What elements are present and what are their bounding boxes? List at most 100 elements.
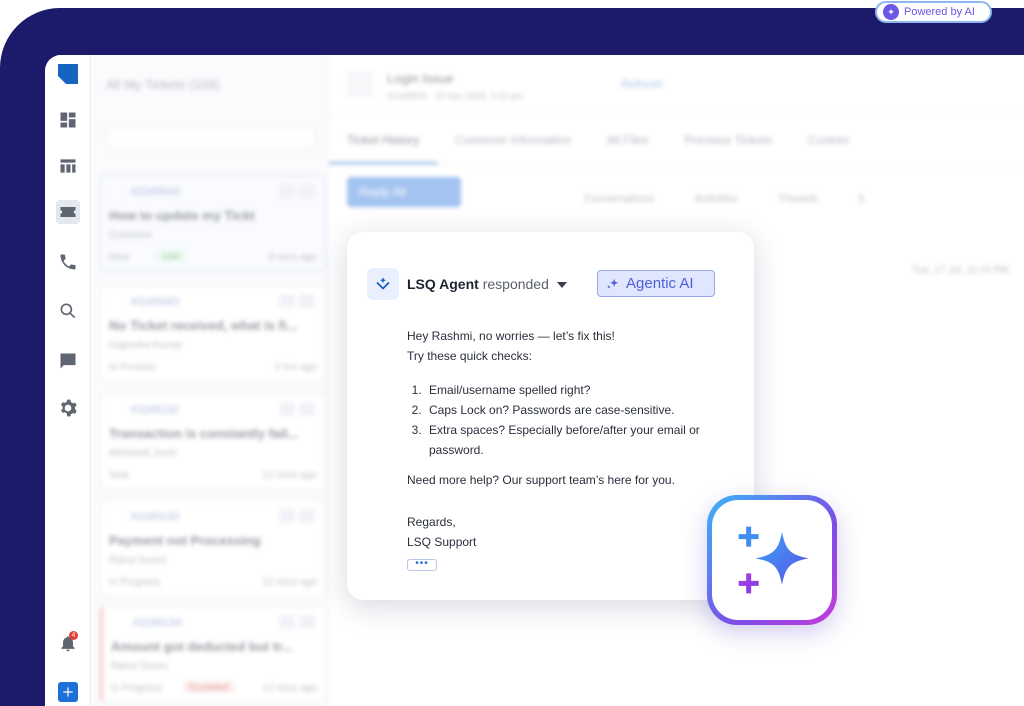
powered-by-ai-badge: ✦ Powered by AI — [875, 1, 992, 23]
agent-name: LSQ Agent — [407, 276, 479, 292]
agent-logo-icon — [376, 277, 390, 290]
sign-off-text: Regards, — [407, 515, 456, 529]
ticket-id: #1165043 — [131, 296, 180, 308]
ticket-time: 12 mins ago — [262, 683, 317, 694]
message-date: Tue, 17 Jul, 11:15 PM — [912, 265, 1009, 276]
chip-icon — [279, 184, 295, 198]
ticket-customer: Rahul Sunes — [109, 555, 167, 566]
ticket-status: In Progress — [109, 577, 161, 588]
chevron-down-icon[interactable] — [557, 282, 567, 288]
detail-tabs: Ticket History Customer Information All … — [329, 115, 1024, 165]
notification-badge: 4 — [69, 631, 78, 640]
ticket-meta: #1168923 · 15 Nov 2023, 3:22 pm — [387, 91, 523, 101]
ticket-id: #1165134 — [133, 617, 182, 629]
ticket-customer: Rahul Sunes — [111, 661, 169, 672]
conversation-subtabs: Conversations Activities Threads 5 — [584, 193, 864, 205]
agentic-ai-badge: Agentic AI — [597, 270, 715, 297]
plus-icon[interactable] — [58, 682, 78, 702]
ticket-tag: Escalated — [183, 681, 235, 693]
agentic-label: Agentic AI — [626, 275, 694, 292]
chip-icon — [279, 294, 295, 308]
refresh-button[interactable]: Refresh — [621, 77, 663, 91]
ticket-id: #1165133 — [131, 511, 180, 523]
ai-sparkle-icon: ✦ — [883, 4, 899, 20]
ticket-title: Amount got deducted but tr... — [111, 639, 293, 654]
ticket-header: Login Issue #1168923 · 15 Nov 2023, 3:22… — [329, 55, 1024, 115]
bell-icon[interactable]: 4 — [56, 631, 80, 655]
chip-icon — [299, 615, 315, 629]
ticket-icon — [347, 71, 373, 97]
tab-custom[interactable]: Custom — [790, 115, 867, 164]
phone-icon[interactable] — [56, 250, 80, 274]
ticket-status: In Progress — [111, 683, 163, 694]
check-item: Email/username spelled right? — [425, 380, 727, 400]
threads-count: 5 — [858, 193, 865, 205]
ai-sparkle-app-icon — [707, 495, 837, 625]
ticket-status: In Process — [109, 362, 157, 373]
tab-all-files[interactable]: All Files — [589, 115, 667, 164]
ticket-tag: Low — [157, 250, 186, 262]
chip-icon — [279, 509, 295, 523]
checks-list: Email/username spelled right? Caps Lock … — [425, 380, 727, 460]
response-body: Hey Rashmi, no worries — let’s fix this!… — [407, 326, 727, 552]
ticket-customer: Customer — [109, 230, 153, 241]
check-item: Caps Lock on? Passwords are case-sensiti… — [425, 400, 727, 420]
chip-icon — [279, 402, 295, 416]
tab-customer-information[interactable]: Customer Information — [437, 115, 588, 164]
subtab-activities[interactable]: Activities — [694, 193, 737, 205]
tab-previous-tickets[interactable]: Previous Tickets — [667, 115, 790, 164]
ticket-icon[interactable] — [56, 200, 80, 224]
subtab-threads[interactable]: Threads — [778, 193, 818, 205]
ticket-title: How to update my Tickt — [109, 208, 255, 223]
list-search-input[interactable] — [106, 127, 316, 149]
chip-icon — [299, 509, 315, 523]
check-item: Extra spaces? Especially before/after yo… — [425, 420, 727, 460]
ticket-card[interactable]: #1165133 Payment not Processing Rahul Su… — [100, 500, 326, 596]
agent-avatar — [367, 268, 399, 300]
chip-icon — [299, 402, 315, 416]
subtab-conversations[interactable]: Conversations — [584, 193, 654, 205]
sparkle-icon — [738, 526, 809, 594]
ticket-id: #1165132 — [131, 404, 180, 416]
chip-icon — [279, 615, 295, 629]
ticket-card[interactable]: #2345543 How to update my Tickt Customer… — [100, 175, 326, 271]
dashboard-icon[interactable] — [56, 108, 80, 132]
ticket-title: No Ticket received, what is fi... — [109, 318, 298, 333]
ticket-customer: Gajendra Kumar — [109, 340, 183, 351]
search-icon[interactable] — [56, 299, 80, 323]
list-header: All My Tickets (109) — [106, 77, 220, 92]
ticket-time: 12 mins ago — [262, 577, 317, 588]
ticket-title: Transaction is constantly fail... — [109, 426, 299, 441]
agent-action: responded — [482, 276, 549, 292]
ticket-time: 12 mins ago — [262, 470, 317, 481]
ticket-list: All My Tickets (109) #2345543 How to upd… — [92, 55, 328, 706]
more-options-button[interactable]: ••• — [407, 559, 437, 571]
reply-all-button[interactable]: Reply All — [347, 177, 461, 207]
icon-rail: 4 — [45, 55, 91, 706]
ticket-status: New — [109, 252, 130, 263]
ticket-customer: Abhishek Joshi — [109, 448, 177, 459]
ticket-status: New — [109, 470, 130, 481]
intro-text: Try these quick checks: — [407, 349, 532, 363]
chip-icon — [299, 294, 315, 308]
greeting-text: Hey Rashmi, no worries — let’s fix this! — [407, 329, 615, 343]
chat-icon[interactable] — [56, 349, 80, 373]
signature-text: LSQ Support — [407, 535, 477, 549]
ticket-title: Payment not Processing — [109, 533, 261, 548]
ticket-card[interactable]: #1165043 No Ticket received, what is fi.… — [100, 285, 326, 381]
ticket-id: #2345543 — [131, 186, 180, 198]
app-logo[interactable] — [58, 64, 78, 84]
help-text: Need more help? Our support team’s here … — [407, 473, 675, 487]
table-icon[interactable] — [56, 154, 80, 178]
sparkle-icon — [607, 278, 619, 289]
ticket-time: 8 secs ago — [268, 252, 317, 263]
ticket-time: 2 hrs ago — [275, 362, 317, 373]
tab-ticket-history[interactable]: Ticket History — [329, 115, 438, 164]
ticket-card[interactable]: #1165134 Amount got deducted but tr... R… — [100, 606, 326, 702]
agent-heading: LSQ Agent responded — [407, 276, 549, 292]
ticket-card[interactable]: #1165132 Transaction is constantly fail.… — [100, 393, 326, 489]
chip-icon — [299, 184, 315, 198]
gear-icon[interactable] — [56, 396, 80, 420]
powered-by-label: Powered by AI — [904, 6, 975, 18]
ticket-title: Login Issue — [387, 71, 454, 86]
